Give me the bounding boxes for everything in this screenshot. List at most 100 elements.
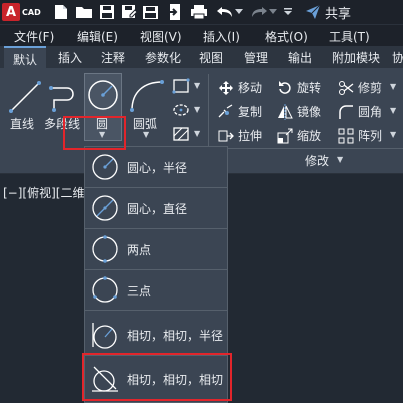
rotate-label: 旋转 <box>297 81 322 95</box>
fillet-label: 圆角 <box>358 105 383 119</box>
mirror-label: 镜像 <box>297 105 322 119</box>
scale-button[interactable]: 缩放 <box>277 127 321 144</box>
save-as-icon[interactable] <box>120 3 138 21</box>
array-icon <box>338 128 354 143</box>
undo-icon[interactable] <box>216 3 234 21</box>
circle-menu-label: 圆心，直径 <box>127 201 188 216</box>
ellipse-dropdown-caret[interactable]: ▼ <box>194 105 200 114</box>
move-icon <box>219 80 233 95</box>
new-file-icon[interactable] <box>52 3 70 21</box>
circle-menu-item-center-radius[interactable]: 圆心，半径 <box>85 147 227 187</box>
rectangle-dropdown-caret[interactable]: ▼ <box>194 81 200 90</box>
trim-label: 修剪 <box>358 81 383 95</box>
cloud-save-icon[interactable] <box>142 3 160 21</box>
trim-dropdown-caret[interactable]: ▼ <box>390 82 396 91</box>
hatch-icon[interactable] <box>172 126 190 142</box>
scissors-icon <box>339 80 354 95</box>
redo-dropdown-icon[interactable] <box>268 3 278 21</box>
circle-menu-label: 两点 <box>127 242 152 257</box>
circle-tan-tan-tan-icon <box>92 366 118 392</box>
print-icon[interactable] <box>190 3 208 21</box>
array-dropdown-caret[interactable]: ▼ <box>390 130 396 139</box>
rotate-icon <box>279 80 291 94</box>
circle-tool-icon[interactable] <box>86 78 120 112</box>
circle-dropdown-caret[interactable]: ▼ <box>99 130 105 139</box>
scale-label: 缩放 <box>297 129 322 143</box>
menu-bar: 文件(F) 编辑(E) 视图(V) 插入(I) 格式(O) 工具(T) <box>0 24 403 46</box>
tab-view[interactable]: 视图 <box>199 49 223 66</box>
stretch-button[interactable]: 拉伸 <box>218 127 262 144</box>
ribbon-tab-bar: 默认 插入 注释 参数化 视图 管理 输出 附加模块 协 <box>0 46 403 68</box>
rectangle-icon[interactable] <box>172 78 190 94</box>
fillet-button[interactable]: 圆角 <box>338 103 382 120</box>
customize-toolbar-icon[interactable] <box>283 3 293 21</box>
menu-tools[interactable]: 工具(T) <box>329 28 370 45</box>
circle-menu-label: 圆心，半径 <box>127 160 188 175</box>
viewport-controls[interactable]: [−][俯视][二维 <box>3 184 84 201</box>
hatch-dropdown-caret[interactable]: ▼ <box>194 129 200 138</box>
circle-menu-item-tan-tan-radius[interactable]: 相切，相切，半径 <box>85 315 227 355</box>
circle-menu-label: 三点 <box>127 283 152 298</box>
open-folder-icon[interactable] <box>75 3 93 21</box>
tab-manage[interactable]: 管理 <box>244 49 268 66</box>
menu-separator <box>85 355 227 356</box>
ellipse-icon[interactable] <box>172 102 190 118</box>
circle-menu-item-center-diameter[interactable]: 圆心，直径 <box>85 188 227 228</box>
copy-label: 复制 <box>238 105 263 119</box>
mirror-button[interactable]: 镜像 <box>277 103 321 120</box>
circle-menu-item-three-point[interactable]: 三点 <box>85 270 227 310</box>
circle-menu-item-tan-tan-tan[interactable]: 相切，相切，相切 <box>85 359 227 399</box>
circle-two-point-icon <box>92 235 118 263</box>
redo-icon[interactable] <box>250 3 268 21</box>
logo-letter: A <box>2 3 20 21</box>
mirror-icon <box>278 103 293 120</box>
line-label[interactable]: 直线 <box>10 115 34 132</box>
fillet-icon <box>339 104 353 119</box>
line-tool-icon[interactable] <box>8 80 42 114</box>
tab-default[interactable]: 默认 <box>4 46 47 68</box>
undo-dropdown-icon[interactable] <box>234 3 244 21</box>
circle-dropdown-menu: 圆心，半径 圆心，直径 两点 三点 相切，相切，半径 相切，相切，相切 <box>84 146 228 403</box>
save-icon[interactable] <box>98 3 116 21</box>
tab-insert[interactable]: 插入 <box>58 49 82 66</box>
stretch-label: 拉伸 <box>238 129 263 143</box>
export-icon[interactable] <box>166 3 184 21</box>
quick-access-toolbar: A CAD 共享 <box>0 0 403 24</box>
modify-panel-caret[interactable]: ▼ <box>337 155 343 164</box>
tab-collaborate[interactable]: 协 <box>392 49 403 66</box>
share-label: 共享 <box>325 6 352 22</box>
circle-menu-label: 相切，相切，半径 <box>127 328 224 343</box>
circle-three-point-icon <box>92 276 118 303</box>
app-logo[interactable]: A CAD <box>2 2 42 22</box>
arc-tool-icon[interactable] <box>128 78 166 112</box>
circle-menu-item-two-point[interactable]: 两点 <box>85 229 227 269</box>
scale-icon <box>277 128 293 143</box>
menu-format[interactable]: 格式(O) <box>265 28 308 45</box>
move-label: 移动 <box>238 81 263 95</box>
arc-dropdown-caret[interactable]: ▼ <box>143 130 149 139</box>
menu-insert[interactable]: 插入(I) <box>203 28 240 45</box>
rotate-button[interactable]: 旋转 <box>277 79 321 96</box>
tab-annotate[interactable]: 注释 <box>101 49 125 66</box>
share-button[interactable]: 共享 <box>305 2 351 22</box>
array-label: 阵列 <box>358 129 383 143</box>
tab-addins[interactable]: 附加模块 <box>332 49 380 66</box>
menu-edit[interactable]: 编辑(E) <box>77 28 118 45</box>
array-button[interactable]: 阵列 <box>338 127 382 144</box>
menu-separator <box>85 310 227 311</box>
circle-tan-tan-radius-icon <box>92 323 117 349</box>
circle-center-radius-icon <box>92 154 118 180</box>
menu-view[interactable]: 视图(V) <box>140 28 182 45</box>
trim-button[interactable]: 修剪 <box>338 79 382 96</box>
tab-parametric[interactable]: 参数化 <box>145 49 181 66</box>
tab-output[interactable]: 输出 <box>288 49 312 66</box>
polyline-tool-icon[interactable] <box>48 82 82 112</box>
circle-menu-label: 相切，相切，相切 <box>127 372 224 387</box>
polyline-label[interactable]: 多段线 <box>44 115 80 132</box>
copy-icon <box>218 103 233 117</box>
fillet-dropdown-caret[interactable]: ▼ <box>390 106 396 115</box>
menu-file[interactable]: 文件(F) <box>14 28 54 45</box>
copy-button[interactable]: 复制 <box>218 103 262 120</box>
move-button[interactable]: 移动 <box>218 79 262 96</box>
modify-panel-title[interactable]: 修改 <box>305 152 329 169</box>
